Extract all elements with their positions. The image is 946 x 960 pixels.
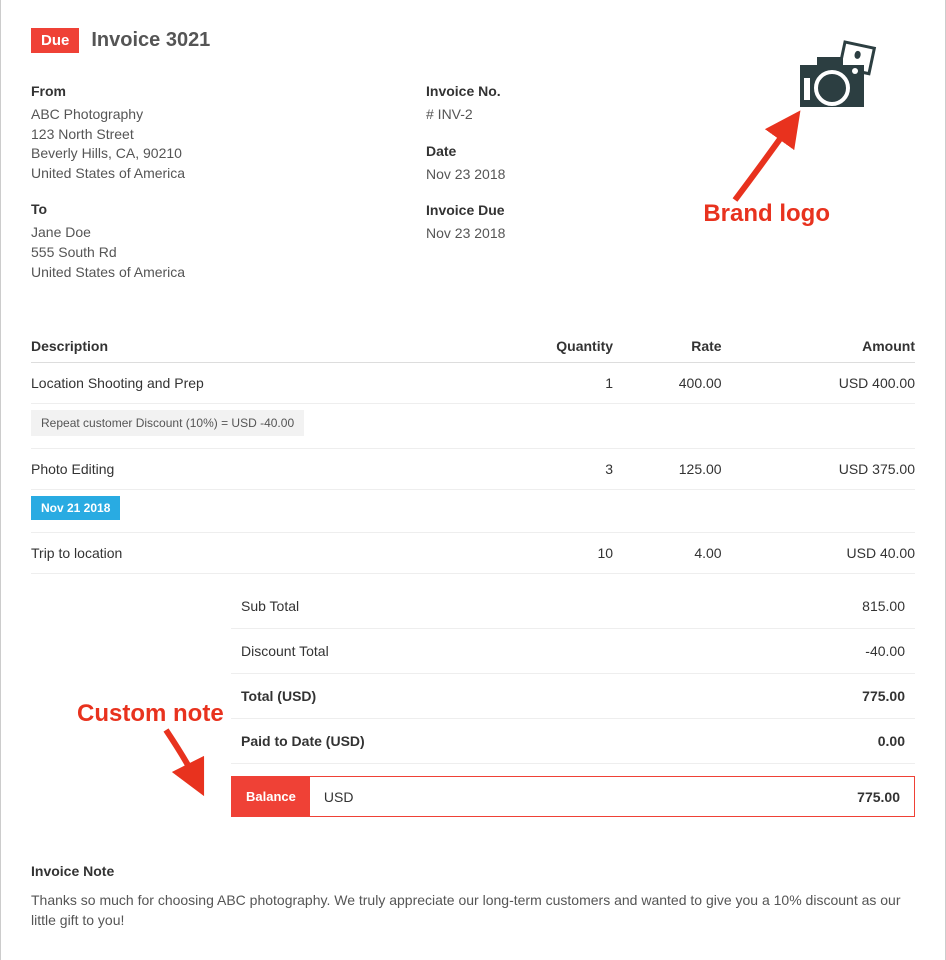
invoice-note-section: Invoice Note Thanks so much for choosing… (31, 863, 915, 930)
item-description: Trip to location (31, 545, 469, 561)
note-body: Thanks so much for choosing ABC photogra… (31, 891, 915, 930)
line-item-row: Trip to location 10 4.00 USD 40.00 (31, 533, 915, 574)
to-country: United States of America (31, 263, 426, 283)
discount-label: Discount Total (241, 643, 329, 659)
paid-row: Paid to Date (USD) 0.00 (231, 719, 915, 764)
from-city: Beverly Hills, CA, 90210 (31, 144, 426, 164)
camera-icon (795, 40, 885, 120)
from-street: 123 North Street (31, 125, 426, 145)
item-rate: 125.00 (613, 449, 722, 490)
arrow-icon (725, 110, 815, 213)
to-name: Jane Doe (31, 223, 426, 243)
total-value: 775.00 (862, 688, 905, 704)
subtotal-value: 815.00 (862, 598, 905, 614)
item-rate: 4.00 (613, 533, 722, 574)
total-label: Total (USD) (241, 688, 316, 704)
subtotal-label: Sub Total (241, 598, 299, 614)
balance-currency: USD (310, 789, 368, 805)
line-item-badge-row: Nov 21 2018 (31, 490, 915, 533)
due-value: Nov 23 2018 (426, 224, 915, 244)
line-item-row: Photo Editing 3 125.00 USD 375.00 (31, 449, 915, 490)
totals-section: Sub Total 815.00 Discount Total -40.00 T… (231, 584, 915, 817)
date-label: Date (426, 143, 915, 159)
status-badge: Due (31, 28, 79, 53)
from-block: From ABC Photography 123 North Street Be… (31, 83, 426, 183)
line-items-table: Description Quantity Rate Amount Locatio… (31, 330, 915, 574)
item-description: Location Shooting and Prep (31, 375, 469, 391)
date-badge: Nov 21 2018 (31, 496, 120, 520)
paid-label: Paid to Date (USD) (241, 733, 365, 749)
line-item-row: Location Shooting and Prep 1 400.00 USD … (31, 363, 915, 404)
item-amount: USD 375.00 (722, 449, 915, 490)
item-quantity: 10 (469, 533, 613, 574)
balance-row: Balance USD 775.00 (231, 776, 915, 817)
invoice-header: Due Invoice 3021 (31, 0, 915, 83)
item-rate: 400.00 (613, 363, 722, 404)
item-quantity: 1 (469, 363, 613, 404)
to-label: To (31, 201, 426, 217)
from-country: United States of America (31, 164, 426, 184)
from-label: From (31, 83, 426, 99)
col-description: Description (31, 330, 469, 363)
item-amount: USD 400.00 (722, 363, 915, 404)
item-description: Photo Editing (31, 461, 469, 477)
discount-value: -40.00 (865, 643, 905, 659)
total-row: Total (USD) 775.00 (231, 674, 915, 719)
from-name: ABC Photography (31, 105, 426, 125)
to-street: 555 South Rd (31, 243, 426, 263)
date-block: Date Nov 23 2018 (426, 143, 915, 185)
due-label: Invoice Due (426, 202, 915, 218)
invoice-title: Invoice 3021 (91, 29, 210, 52)
item-quantity: 3 (469, 449, 613, 490)
paid-value: 0.00 (878, 733, 905, 749)
subtotal-row: Sub Total 815.00 (231, 584, 915, 629)
discount-row: Discount Total -40.00 (231, 629, 915, 674)
col-rate: Rate (613, 330, 722, 363)
col-amount: Amount (722, 330, 915, 363)
discount-note: Repeat customer Discount (10%) = USD -40… (31, 410, 304, 436)
item-amount: USD 40.00 (722, 533, 915, 574)
due-block: Invoice Due Nov 23 2018 (426, 202, 915, 244)
col-quantity: Quantity (469, 330, 613, 363)
to-block: To Jane Doe 555 South Rd United States o… (31, 201, 426, 282)
arrow-icon (156, 720, 226, 803)
balance-label: Balance (232, 777, 310, 816)
balance-amount: 775.00 (843, 789, 914, 805)
date-value: Nov 23 2018 (426, 165, 915, 185)
line-item-note-row: Repeat customer Discount (10%) = USD -40… (31, 404, 915, 449)
